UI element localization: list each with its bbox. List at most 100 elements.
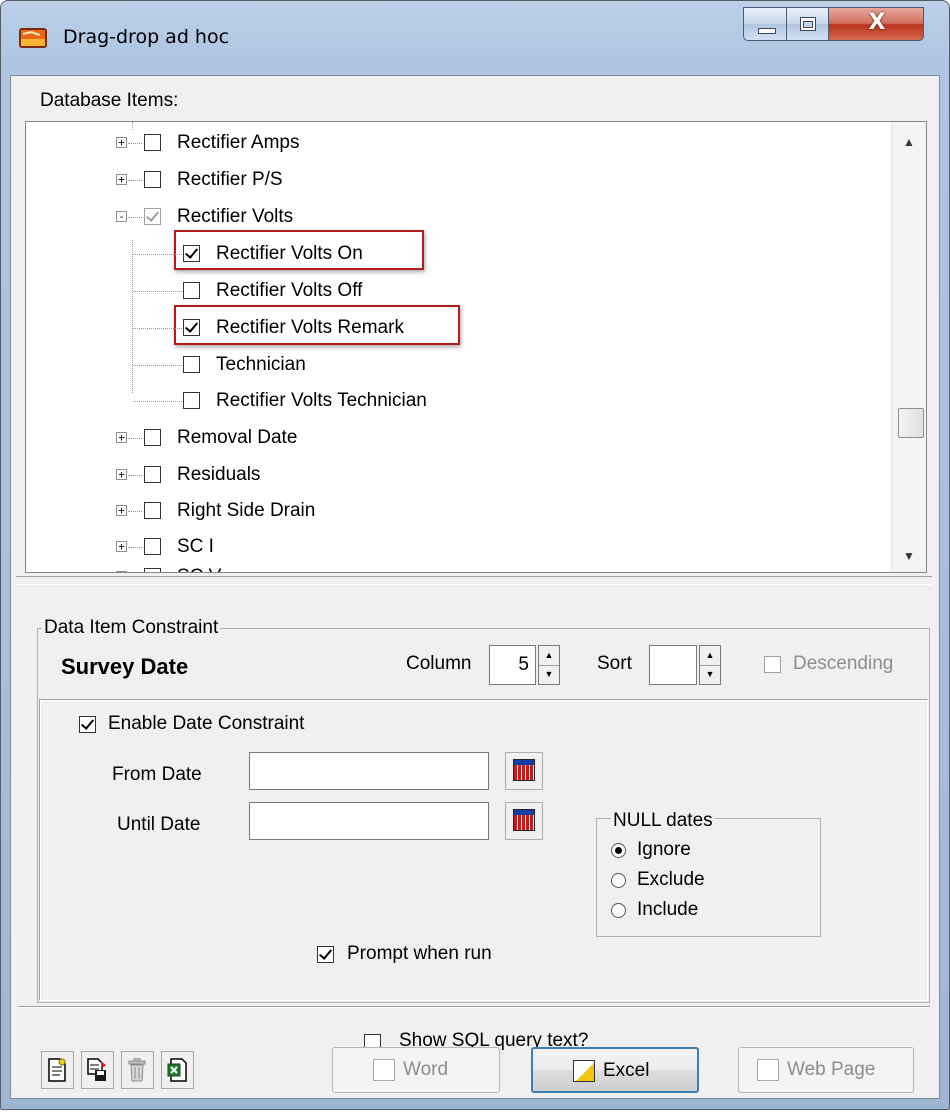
- excel-button[interactable]: Excel: [531, 1047, 699, 1093]
- web-page-button-label: Web Page: [787, 1059, 876, 1080]
- scroll-up-icon[interactable]: ▲: [892, 126, 926, 158]
- tree-item-label: Rectifier Volts: [177, 206, 294, 227]
- word-button-label: Word: [403, 1059, 449, 1080]
- expand-icon[interactable]: +: [116, 174, 127, 185]
- expand-icon[interactable]: +: [116, 505, 127, 516]
- from-date-input[interactable]: [249, 752, 489, 790]
- tree-checkbox[interactable]: [144, 466, 161, 483]
- expand-icon[interactable]: +: [116, 432, 127, 443]
- new-query-button[interactable]: [41, 1051, 74, 1089]
- column-spinner[interactable]: ▲ ▼: [538, 645, 560, 685]
- spin-down-icon[interactable]: ▼: [700, 665, 720, 684]
- tree-item-rectifier-volts[interactable]: - Rectifier Volts: [26, 202, 886, 232]
- title-bar[interactable]: Drag-drop ad hoc X: [1, 1, 949, 75]
- scroll-thumb[interactable]: [898, 408, 924, 438]
- sort-input[interactable]: [649, 645, 697, 685]
- word-button[interactable]: Word: [332, 1047, 500, 1093]
- maximize-button[interactable]: [786, 7, 829, 41]
- column-label: Column: [406, 653, 472, 674]
- maximize-icon: [800, 17, 816, 31]
- null-dates-title: NULL dates: [611, 810, 715, 832]
- minimize-button[interactable]: [743, 7, 787, 41]
- tree-item-sc-v[interactable]: + SC V: [26, 562, 886, 572]
- splitter-handle[interactable]: [16, 576, 932, 585]
- expand-icon[interactable]: +: [116, 469, 127, 480]
- tree-item-right-side-drain[interactable]: + Right Side Drain: [26, 496, 886, 526]
- from-date-label: From Date: [112, 764, 202, 785]
- collapse-icon[interactable]: -: [116, 211, 127, 222]
- enable-date-checkbox[interactable]: [79, 716, 96, 733]
- tree-item-label: Rectifier Amps: [177, 132, 300, 153]
- tree-item-technician[interactable]: Technician: [26, 350, 886, 380]
- delete-button[interactable]: [121, 1051, 154, 1089]
- tree-checkbox[interactable]: [183, 356, 200, 373]
- tree-item-rectifier-ps[interactable]: + Rectifier P/S: [26, 165, 886, 195]
- save-query-icon: [87, 1058, 106, 1081]
- tree-checkbox[interactable]: [144, 568, 161, 572]
- calendar-icon: [513, 809, 535, 831]
- web-page-button[interactable]: Web Page: [738, 1047, 914, 1093]
- spin-up-icon[interactable]: ▲: [539, 646, 559, 666]
- descending-checkbox[interactable]: [764, 656, 781, 673]
- minimize-icon: [758, 28, 776, 34]
- expand-icon[interactable]: +: [116, 137, 127, 148]
- tree-item-rectifier-volts-remark[interactable]: Rectifier Volts Remark: [26, 313, 886, 343]
- excel-export-button[interactable]: [161, 1051, 194, 1089]
- enable-date-label: Enable Date Constraint: [108, 713, 305, 734]
- tree-checkbox[interactable]: [183, 282, 200, 299]
- spin-down-icon[interactable]: ▼: [539, 665, 559, 684]
- until-date-input[interactable]: [249, 802, 489, 840]
- until-date-label: Until Date: [117, 814, 201, 835]
- tree-item-removal-date[interactable]: + Removal Date: [26, 423, 886, 453]
- tree-item-rectifier-amps[interactable]: + Rectifier Amps: [26, 128, 886, 158]
- constraint-item-name: Survey Date: [61, 654, 189, 679]
- expand-icon[interactable]: +: [116, 571, 127, 572]
- database-items-tree[interactable]: + Rectifier Amps + Rectifier P/S - Recti…: [25, 121, 927, 573]
- tree-item-label: Removal Date: [177, 427, 298, 448]
- tree-item-label: SC I: [177, 536, 214, 557]
- save-query-button[interactable]: [81, 1051, 114, 1089]
- app-window: Drag-drop ad hoc X Database Items: + Rec…: [0, 0, 950, 1110]
- sort-label: Sort: [597, 653, 632, 674]
- sort-spinner[interactable]: ▲ ▼: [699, 645, 721, 685]
- tree-item-label: Technician: [216, 354, 306, 375]
- tree-checkbox[interactable]: [144, 502, 161, 519]
- tree-checkbox[interactable]: [183, 392, 200, 409]
- tree-checkbox[interactable]: [183, 319, 200, 336]
- tree-item-label: Rectifier Volts Remark: [216, 317, 404, 338]
- scroll-down-icon[interactable]: ▼: [892, 540, 926, 572]
- from-date-calendar-button[interactable]: [505, 752, 543, 790]
- null-ignore-radio[interactable]: [611, 843, 626, 858]
- window-title: Drag-drop ad hoc: [63, 26, 230, 48]
- null-exclude-radio[interactable]: [611, 873, 626, 888]
- null-ignore-label: Ignore: [637, 839, 691, 860]
- new-query-icon: [48, 1058, 66, 1082]
- tree-checkbox[interactable]: [144, 134, 161, 151]
- tree-item-rectifier-volts-technician[interactable]: Rectifier Volts Technician: [26, 386, 886, 416]
- tree-item-sc-i[interactable]: + SC I: [26, 532, 886, 562]
- tree-checkbox[interactable]: [144, 171, 161, 188]
- tree-item-residuals[interactable]: + Residuals: [26, 460, 886, 490]
- spin-up-icon[interactable]: ▲: [700, 646, 720, 666]
- tree-checkbox[interactable]: [144, 429, 161, 446]
- excel-button-label: Excel: [603, 1060, 650, 1081]
- prompt-when-run-checkbox[interactable]: [317, 946, 334, 963]
- tree-item-rectifier-volts-on[interactable]: Rectifier Volts On: [26, 239, 886, 269]
- tree-checkbox[interactable]: [144, 538, 161, 555]
- excel-export-icon: [167, 1058, 187, 1082]
- web-page-icon: [757, 1059, 779, 1081]
- tree-item-label: Rectifier Volts Technician: [216, 390, 427, 411]
- tree-scrollbar[interactable]: ▲ ▼: [891, 122, 926, 572]
- expand-icon[interactable]: +: [116, 541, 127, 552]
- tree-item-label: Rectifier Volts On: [216, 243, 363, 264]
- tree-checkbox[interactable]: [183, 245, 200, 262]
- excel-document-icon: [573, 1060, 595, 1082]
- divider: [18, 1006, 930, 1008]
- tree-checkbox[interactable]: [144, 208, 161, 225]
- close-button[interactable]: X: [828, 7, 924, 41]
- calendar-icon: [513, 759, 535, 781]
- tree-item-rectifier-volts-off[interactable]: Rectifier Volts Off: [26, 276, 886, 306]
- column-input[interactable]: 5: [489, 645, 536, 685]
- until-date-calendar-button[interactable]: [505, 802, 543, 840]
- null-include-radio[interactable]: [611, 903, 626, 918]
